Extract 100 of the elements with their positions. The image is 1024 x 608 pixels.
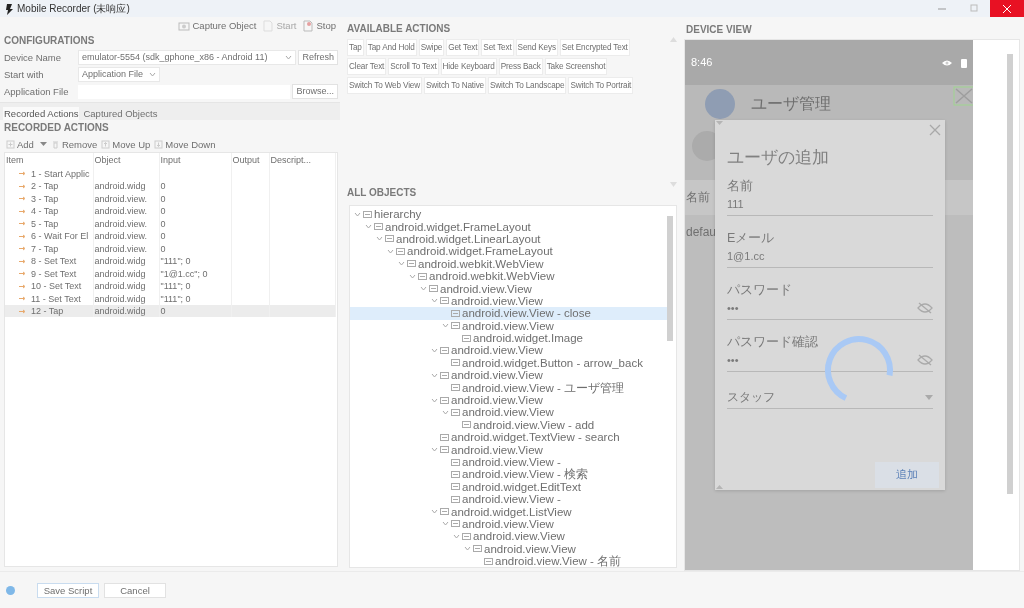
tree-item[interactable]: android.view.View [350, 369, 667, 382]
text-field[interactable]: Eメール 1@1.cc [727, 232, 933, 269]
tree-item[interactable]: android.view.View [350, 282, 667, 295]
action-button[interactable]: Swipe [418, 39, 445, 56]
tree-item[interactable]: android.widget.Button - arrow_back [350, 356, 667, 370]
action-button[interactable]: Take Screenshot [544, 58, 608, 75]
close-button[interactable] [990, 0, 1024, 17]
action-button[interactable]: Set Encrypted Text [559, 39, 630, 56]
tree-item[interactable]: android.view.View [350, 542, 667, 555]
tab[interactable]: Captured Objects [82, 107, 159, 121]
eye-off-icon[interactable] [917, 302, 933, 315]
chevron-down-icon[interactable] [431, 371, 438, 379]
action-button[interactable]: Send Keys [515, 39, 558, 56]
table-cell: android.view. [94, 193, 148, 204]
toolbar-button[interactable]: Move Up [101, 138, 151, 151]
help-icon[interactable] [6, 585, 15, 595]
start-with-select[interactable]: Application File [78, 67, 160, 82]
text-field[interactable]: 名前 111 [727, 180, 933, 217]
toolbar-button[interactable]: Move Down [154, 138, 216, 151]
tree-item[interactable]: hierarchy [350, 208, 667, 221]
tree-item[interactable]: android.webkit.WebView [350, 269, 667, 283]
chevron-down-icon[interactable] [431, 347, 438, 354]
table-cell: 7 - Tap [31, 242, 59, 255]
tree-item[interactable]: android.widget.FrameLayout [350, 220, 667, 233]
close-icon[interactable] [929, 124, 941, 136]
text-field[interactable]: パスワード ••• [727, 284, 933, 321]
table-cell: 0 [160, 193, 166, 204]
toolbar-button[interactable]: Stop [302, 20, 336, 32]
tree-item[interactable]: android.widget.TextView - search [350, 431, 667, 444]
save-button[interactable]: Save Script [37, 582, 99, 598]
window-title: Mobile Recorder (未响应) [17, 2, 130, 15]
dropdown-arrow-icon[interactable] [39, 141, 47, 147]
tree-item[interactable]: android.widget.LinearLayout [350, 232, 667, 246]
column-header[interactable]: Input [159, 153, 231, 168]
column-header[interactable]: Object [93, 153, 159, 168]
refresh-button[interactable]: Refresh [298, 50, 338, 65]
submit-button[interactable]: 追加 [875, 462, 939, 488]
toolbar-button[interactable]: Capture Object [178, 20, 257, 32]
tree-item[interactable]: android.view.View [350, 393, 667, 407]
tree-item[interactable]: android.view.View [350, 294, 667, 308]
browse-button[interactable]: Browse... [292, 84, 338, 99]
action-button[interactable]: Switch To Native [424, 77, 486, 94]
text-field[interactable]: パスワード確認 ••• [727, 336, 933, 373]
scrollbar[interactable] [1007, 54, 1013, 494]
scroll-up-icon[interactable] [670, 37, 677, 42]
cancel-button[interactable]: Cancel [104, 582, 166, 598]
tab[interactable]: Recorded Actions [3, 107, 80, 121]
action-button[interactable]: Get Text [446, 39, 480, 56]
action-button[interactable]: Scroll To Text [388, 58, 439, 75]
node-icon [473, 544, 482, 554]
scrollbar[interactable] [667, 216, 673, 341]
action-button[interactable]: Tap And Hold [365, 39, 417, 56]
field-value: ••• [727, 301, 739, 315]
back-button[interactable] [705, 89, 735, 119]
device-select[interactable]: emulator-5554 (sdk_gphone_x86 - Android 11) [78, 50, 297, 65]
scroll-down-icon[interactable] [670, 182, 677, 187]
tree-item[interactable]: android.view.View [350, 344, 667, 357]
action-button[interactable]: Tap [347, 39, 364, 56]
action-button[interactable]: Hide Keyboard [440, 58, 497, 75]
action-button[interactable]: Switch To Portrait [568, 77, 634, 94]
table-cell: 2 - Tap [31, 180, 59, 193]
toolbar-button[interactable]: Remove [50, 138, 98, 151]
table-cell: android.widg [94, 281, 146, 292]
action-button[interactable]: Clear Text [347, 58, 387, 75]
tree-item[interactable]: android.view.View [350, 406, 667, 419]
action-button[interactable]: Set Text [481, 39, 514, 56]
table-cell: 9 - Set Text [31, 267, 77, 280]
tree-item[interactable]: android.view.View [350, 530, 667, 543]
tree-item[interactable]: android.view.View - ユーザ管理 [350, 381, 667, 394]
column-header[interactable]: Descript... [269, 153, 335, 168]
tree-item[interactable]: android.view.View [350, 517, 667, 531]
action-button[interactable]: Switch To Landscape [488, 77, 567, 94]
node-icon [451, 494, 460, 504]
chevron-down-icon[interactable] [442, 322, 449, 330]
column-header[interactable]: Output [231, 153, 269, 168]
tree-item[interactable]: android.view.View - 名前 [350, 554, 667, 567]
tree-item[interactable]: android.view.View [350, 319, 667, 332]
tree-item[interactable]: android.view.View - close [350, 307, 667, 320]
chevron-down-icon[interactable] [431, 446, 438, 454]
input-field[interactable] [78, 84, 291, 99]
tree-item[interactable]: android.view.View - [350, 493, 667, 506]
tree-item[interactable]: android.widget.Image [350, 331, 667, 345]
action-button[interactable]: Switch To Web View [347, 77, 423, 94]
eye-off-icon[interactable] [917, 354, 933, 367]
close-icon [1002, 3, 1012, 14]
table-cell: android.widg [94, 268, 146, 279]
role-select[interactable]: スタッフ [727, 390, 933, 409]
battery-icon [961, 57, 967, 68]
action-button[interactable]: Press Back [498, 58, 543, 75]
tree-item[interactable]: android.widget.ListView [350, 505, 667, 518]
tree-item[interactable]: android.view.View [350, 443, 667, 456]
tree-item[interactable]: android.webkit.WebView [350, 257, 667, 270]
tree-item[interactable]: android.view.View - add [350, 418, 667, 432]
column-header[interactable]: Item [5, 153, 93, 168]
tree-item[interactable]: android.widget.EditText [350, 480, 667, 493]
tree-item[interactable]: android.view.View - 検索 [350, 468, 667, 481]
toolbar-button[interactable]: Add [6, 138, 34, 151]
tree-item[interactable]: android.widget.FrameLayout [350, 245, 667, 258]
arrow-icon [19, 296, 27, 302]
tree-item[interactable]: android.view.View - [350, 455, 667, 469]
